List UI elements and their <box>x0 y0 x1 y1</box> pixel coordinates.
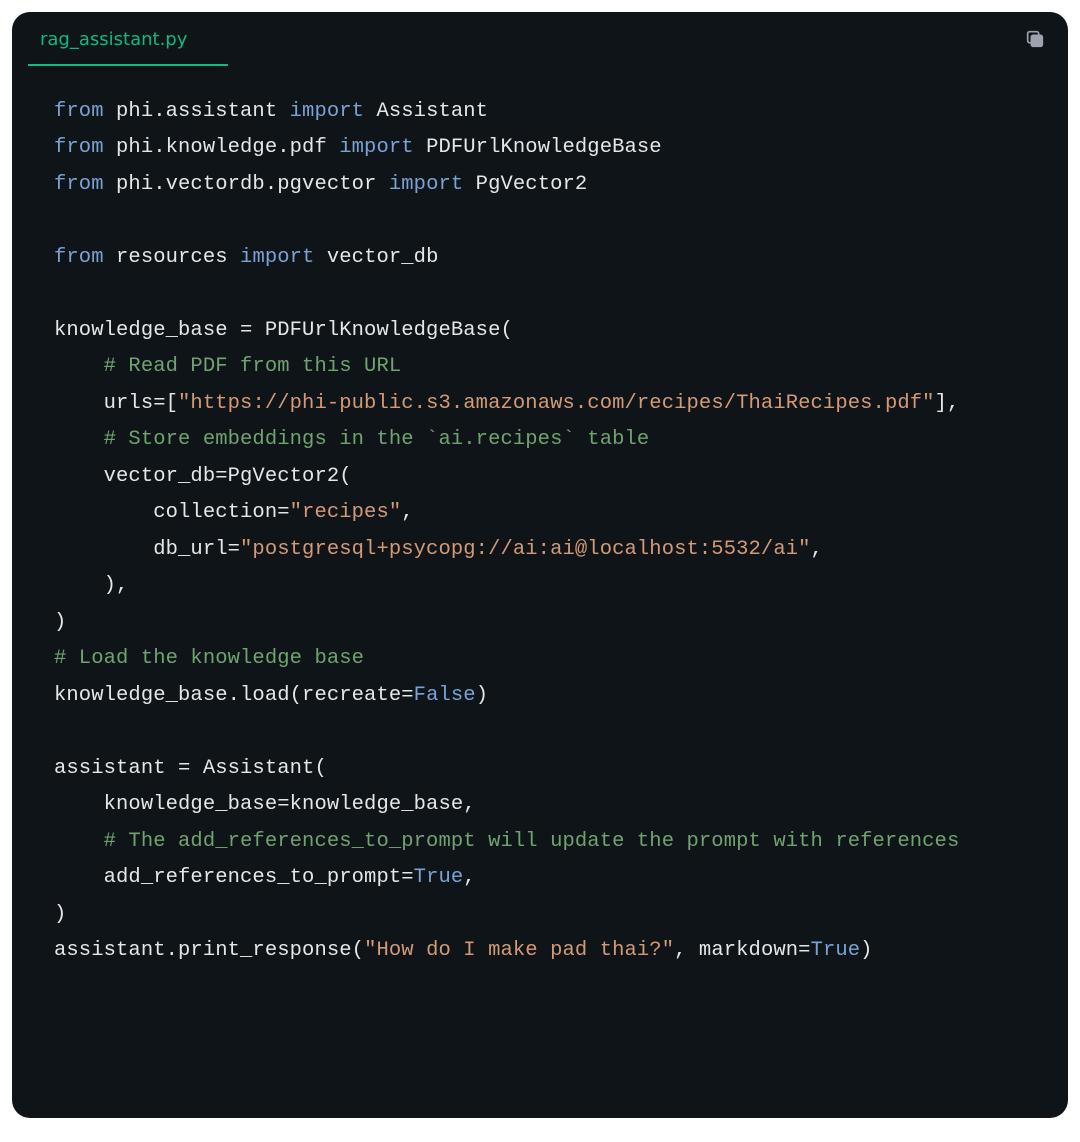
code-line: from resources import vector_db <box>54 240 1040 276</box>
code-line: ), <box>54 568 1040 604</box>
code-line: # The add_references_to_prompt will upda… <box>54 824 1040 860</box>
code-line <box>54 714 1040 750</box>
code-token: False <box>414 684 476 707</box>
code-token: phi.vectordb.pgvector <box>104 173 389 196</box>
code-line: knowledge_base=knowledge_base, <box>54 787 1040 823</box>
tab-underline <box>28 64 228 66</box>
code-token: phi.assistant <box>104 100 290 123</box>
code-token: , markdown= <box>674 939 810 962</box>
code-token: True <box>414 866 464 889</box>
code-token <box>54 428 104 451</box>
code-line: collection="recipes", <box>54 495 1040 531</box>
code-token: from <box>54 136 104 159</box>
code-line: ) <box>54 897 1040 933</box>
code-line: vector_db=PgVector2( <box>54 459 1040 495</box>
code-token: "https://phi-public.s3.amazonaws.com/rec… <box>178 392 935 415</box>
code-line: from phi.knowledge.pdf import PDFUrlKnow… <box>54 130 1040 166</box>
code-line <box>54 276 1040 312</box>
code-panel: rag_assistant.py from phi.assistant impo… <box>12 12 1068 1118</box>
code-token: phi.knowledge.pdf <box>104 136 340 159</box>
code-token: vector_db=PgVector2( <box>54 465 352 488</box>
code-token: "recipes" <box>290 501 402 524</box>
code-line: from phi.vectordb.pgvector import PgVect… <box>54 167 1040 203</box>
code-line: from phi.assistant import Assistant <box>54 94 1040 130</box>
copy-button[interactable] <box>1024 28 1046 50</box>
code-token: ) <box>860 939 872 962</box>
code-token: , <box>401 501 413 524</box>
tab-bar: rag_assistant.py <box>12 12 1068 66</box>
code-token: Assistant <box>364 100 488 123</box>
code-line: # Store embeddings in the `ai.recipes` t… <box>54 422 1040 458</box>
code-token: assistant = Assistant( <box>54 757 327 780</box>
code-token: knowledge_base=knowledge_base, <box>54 793 476 816</box>
code-token <box>54 830 104 853</box>
code-token: db_url= <box>54 538 240 561</box>
file-tab-label: rag_assistant.py <box>40 29 187 50</box>
code-line: # Load the knowledge base <box>54 641 1040 677</box>
code-token: # Load the knowledge base <box>54 647 364 670</box>
code-token: import <box>339 136 413 159</box>
code-token: PDFUrlKnowledgeBase <box>414 136 662 159</box>
code-area[interactable]: from phi.assistant import Assistantfrom … <box>12 66 1068 1118</box>
code-line: knowledge_base.load(recreate=False) <box>54 678 1040 714</box>
code-token: , <box>463 866 475 889</box>
code-line: urls=["https://phi-public.s3.amazonaws.c… <box>54 386 1040 422</box>
code-token: # The add_references_to_prompt will upda… <box>104 830 960 853</box>
code-token: # Store embeddings in the `ai.recipes` t… <box>104 428 650 451</box>
code-line: assistant = Assistant( <box>54 751 1040 787</box>
code-token: assistant.print_response( <box>54 939 364 962</box>
code-token: knowledge_base.load(recreate= <box>54 684 414 707</box>
code-token: "postgresql+psycopg://ai:ai@localhost:55… <box>240 538 811 561</box>
code-token: import <box>240 246 314 269</box>
copy-icon <box>1024 37 1046 55</box>
code-token: ) <box>476 684 488 707</box>
code-token: from <box>54 100 104 123</box>
code-token: vector_db <box>314 246 438 269</box>
code-line: ) <box>54 605 1040 641</box>
code-token: knowledge_base = PDFUrlKnowledgeBase( <box>54 319 513 342</box>
code-token: # Read PDF from this URL <box>104 355 402 378</box>
code-line: add_references_to_prompt=True, <box>54 860 1040 896</box>
code-token: import <box>389 173 463 196</box>
code-line: assistant.print_response("How do I make … <box>54 933 1040 969</box>
code-token: from <box>54 173 104 196</box>
code-token: import <box>290 100 364 123</box>
code-token: collection= <box>54 501 290 524</box>
code-token: "How do I make pad thai?" <box>364 939 674 962</box>
code-line: knowledge_base = PDFUrlKnowledgeBase( <box>54 313 1040 349</box>
code-token: ) <box>54 611 66 634</box>
code-token: ], <box>935 392 960 415</box>
code-token: , <box>811 538 823 561</box>
code-line <box>54 203 1040 239</box>
file-tab[interactable]: rag_assistant.py <box>12 12 215 66</box>
code-token: ), <box>54 574 128 597</box>
code-token: urls=[ <box>54 392 178 415</box>
code-token: ) <box>54 903 66 926</box>
code-token: resources <box>104 246 240 269</box>
code-line: db_url="postgresql+psycopg://ai:ai@local… <box>54 532 1040 568</box>
code-token <box>54 355 104 378</box>
code-token: PgVector2 <box>463 173 587 196</box>
code-token: add_references_to_prompt= <box>54 866 414 889</box>
code-line: # Read PDF from this URL <box>54 349 1040 385</box>
code-token: from <box>54 246 104 269</box>
code-token: True <box>811 939 861 962</box>
